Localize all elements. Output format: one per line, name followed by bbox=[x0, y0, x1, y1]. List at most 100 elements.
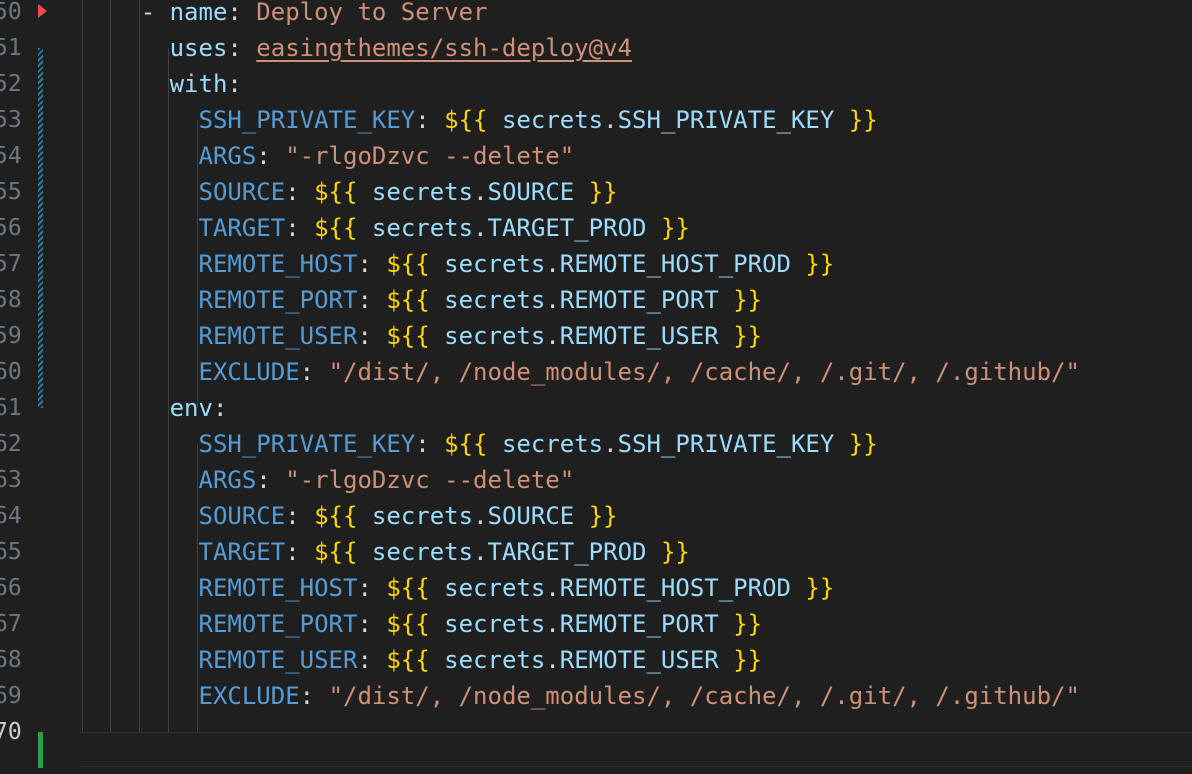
token-key: SOURCE bbox=[198, 178, 286, 206]
code-line[interactable]: 60 EXCLUDE: "/dist/, /node_modules/, /ca… bbox=[0, 354, 1192, 390]
code-line[interactable]: 61 env: bbox=[0, 390, 1192, 426]
line-number: 59 bbox=[0, 323, 22, 349]
token-punc: : bbox=[357, 250, 387, 278]
token-var: secrets bbox=[444, 250, 546, 278]
code-line[interactable]: 65 TARGET: ${{ secrets.TARGET_PROD }} bbox=[0, 534, 1192, 570]
code-line[interactable]: 58 REMOTE_PORT: ${{ secrets.REMOTE_PORT … bbox=[0, 282, 1192, 318]
token-punc bbox=[430, 286, 444, 314]
token-tmpl: ${{ bbox=[386, 646, 430, 674]
line-code[interactable]: EXCLUDE: "/dist/, /node_modules/, /cache… bbox=[54, 354, 1080, 390]
code-line[interactable]: 54 ARGS: "-rlgoDzvc --delete" bbox=[0, 138, 1192, 174]
line-number: 62 bbox=[0, 431, 22, 457]
token-var: secrets bbox=[371, 178, 474, 206]
token-tmpl: ${{ bbox=[314, 178, 358, 206]
token-key2: SOURCE bbox=[487, 178, 575, 206]
token-punc bbox=[430, 646, 444, 674]
line-code[interactable]: with: bbox=[54, 66, 242, 102]
token-tmpl: }} bbox=[733, 610, 763, 638]
code-line[interactable]: 62 SSH_PRIVATE_KEY: ${{ secrets.SSH_PRIV… bbox=[0, 426, 1192, 462]
line-code[interactable]: SOURCE: ${{ secrets.SOURCE }} bbox=[54, 174, 618, 210]
code-line[interactable]: 52 with: bbox=[0, 66, 1192, 102]
token-key2: REMOTE_PORT bbox=[559, 286, 719, 314]
token-punc: : bbox=[299, 358, 329, 386]
token-punc bbox=[430, 610, 444, 638]
token-var: secrets bbox=[501, 430, 604, 458]
line-code[interactable]: env: bbox=[54, 390, 228, 426]
token-tmpl: ${{ bbox=[314, 214, 358, 242]
line-code[interactable]: REMOTE_PORT: ${{ secrets.REMOTE_PORT }} bbox=[54, 606, 763, 642]
token-punc bbox=[54, 70, 170, 98]
line-code[interactable]: EXCLUDE: "/dist/, /node_modules/, /cache… bbox=[54, 678, 1080, 714]
line-code[interactable]: ARGS: "-rlgoDzvc --delete" bbox=[54, 138, 575, 174]
code-line[interactable]: 63 ARGS: "-rlgoDzvc --delete" bbox=[0, 462, 1192, 498]
token-key: EXCLUDE bbox=[198, 358, 300, 386]
token-key2: REMOTE_HOST_PROD bbox=[559, 574, 791, 602]
token-tmpl: ${{ bbox=[386, 322, 430, 350]
token-tmpl: }} bbox=[805, 250, 835, 278]
token-tmpl: ${{ bbox=[386, 286, 430, 314]
code-line[interactable]: 55 SOURCE: ${{ secrets.SOURCE }} bbox=[0, 174, 1192, 210]
token-punc: . bbox=[545, 574, 560, 602]
token-str: Deploy to Server bbox=[256, 0, 488, 26]
code-line[interactable]: 67 REMOTE_PORT: ${{ secrets.REMOTE_PORT … bbox=[0, 606, 1192, 642]
token-punc bbox=[646, 538, 660, 566]
token-var: secrets bbox=[371, 538, 474, 566]
token-punc bbox=[430, 250, 444, 278]
line-code[interactable]: REMOTE_USER: ${{ secrets.REMOTE_USER }} bbox=[54, 318, 763, 354]
token-punc bbox=[54, 106, 199, 134]
token-var: secrets bbox=[501, 106, 604, 134]
line-code[interactable]: ARGS: "-rlgoDzvc --delete" bbox=[54, 462, 575, 498]
line-code[interactable]: TARGET: ${{ secrets.TARGET_PROD }} bbox=[54, 534, 690, 570]
token-punc bbox=[488, 430, 502, 458]
line-code[interactable]: REMOTE_USER: ${{ secrets.REMOTE_USER }} bbox=[54, 642, 763, 678]
token-key: REMOTE_USER bbox=[198, 322, 358, 350]
code-line[interactable]: 68 REMOTE_USER: ${{ secrets.REMOTE_USER … bbox=[0, 642, 1192, 678]
token-punc bbox=[54, 358, 199, 386]
line-number: 50 bbox=[0, 0, 22, 25]
token-key2: SSH_PRIVATE_KEY bbox=[617, 430, 835, 458]
token-punc bbox=[357, 538, 371, 566]
line-code[interactable]: SOURCE: ${{ secrets.SOURCE }} bbox=[54, 498, 618, 534]
line-code[interactable]: - name: Deploy to Server bbox=[54, 0, 488, 30]
code-line[interactable]: 69 EXCLUDE: "/dist/, /node_modules/, /ca… bbox=[0, 678, 1192, 714]
token-punc: . bbox=[545, 286, 560, 314]
token-punc: : bbox=[285, 178, 315, 206]
token-punc: : bbox=[415, 106, 445, 134]
token-punc bbox=[430, 574, 444, 602]
code-editor[interactable]: 50 - name: Deploy to Server 51 uses: easi… bbox=[0, 0, 1192, 774]
code-line[interactable]: 70 bbox=[0, 714, 1192, 750]
line-number: 68 bbox=[0, 647, 22, 673]
token-punc: : bbox=[285, 502, 315, 530]
code-line[interactable]: 56 TARGET: ${{ secrets.TARGET_PROD }} bbox=[0, 210, 1192, 246]
code-line[interactable]: 50 - name: Deploy to Server bbox=[0, 0, 1192, 30]
line-code[interactable]: REMOTE_HOST: ${{ secrets.REMOTE_HOST_PRO… bbox=[54, 246, 835, 282]
token-punc bbox=[54, 322, 199, 350]
token-punc: . bbox=[473, 214, 488, 242]
token-key2: REMOTE_PORT bbox=[559, 610, 719, 638]
token-key2: uses bbox=[169, 34, 228, 62]
token-key2: TARGET_PROD bbox=[487, 538, 647, 566]
code-line[interactable]: 64 SOURCE: ${{ secrets.SOURCE }} bbox=[0, 498, 1192, 534]
line-number: 56 bbox=[0, 215, 22, 241]
token-punc: . bbox=[473, 538, 488, 566]
token-tmpl: }} bbox=[733, 646, 763, 674]
line-code[interactable]: uses: easingthemes/ssh-deploy@v4 bbox=[54, 30, 632, 66]
token-punc bbox=[719, 646, 733, 674]
token-key: SSH_PRIVATE_KEY bbox=[198, 430, 416, 458]
line-code[interactable]: SSH_PRIVATE_KEY: ${{ secrets.SSH_PRIVATE… bbox=[54, 426, 878, 462]
token-tmpl: }} bbox=[660, 214, 690, 242]
code-line[interactable]: 53 SSH_PRIVATE_KEY: ${{ secrets.SSH_PRIV… bbox=[0, 102, 1192, 138]
line-code[interactable]: REMOTE_HOST: ${{ secrets.REMOTE_HOST_PRO… bbox=[54, 570, 835, 606]
line-code[interactable]: REMOTE_PORT: ${{ secrets.REMOTE_PORT }} bbox=[54, 282, 763, 318]
line-code[interactable]: TARGET: ${{ secrets.TARGET_PROD }} bbox=[54, 210, 690, 246]
token-punc bbox=[54, 502, 199, 530]
line-code[interactable]: SSH_PRIVATE_KEY: ${{ secrets.SSH_PRIVATE… bbox=[54, 102, 878, 138]
code-line[interactable]: 66 REMOTE_HOST: ${{ secrets.REMOTE_HOST_… bbox=[0, 570, 1192, 606]
code-line[interactable]: 51 uses: easingthemes/ssh-deploy@v4 bbox=[0, 30, 1192, 66]
code-line[interactable]: 57 REMOTE_HOST: ${{ secrets.REMOTE_HOST_… bbox=[0, 246, 1192, 282]
code-line[interactable]: 59 REMOTE_USER: ${{ secrets.REMOTE_USER … bbox=[0, 318, 1192, 354]
token-key: REMOTE_PORT bbox=[198, 610, 358, 638]
line-number: 65 bbox=[0, 539, 22, 565]
token-key: REMOTE_HOST bbox=[198, 250, 358, 278]
token-key: EXCLUDE bbox=[198, 682, 300, 710]
